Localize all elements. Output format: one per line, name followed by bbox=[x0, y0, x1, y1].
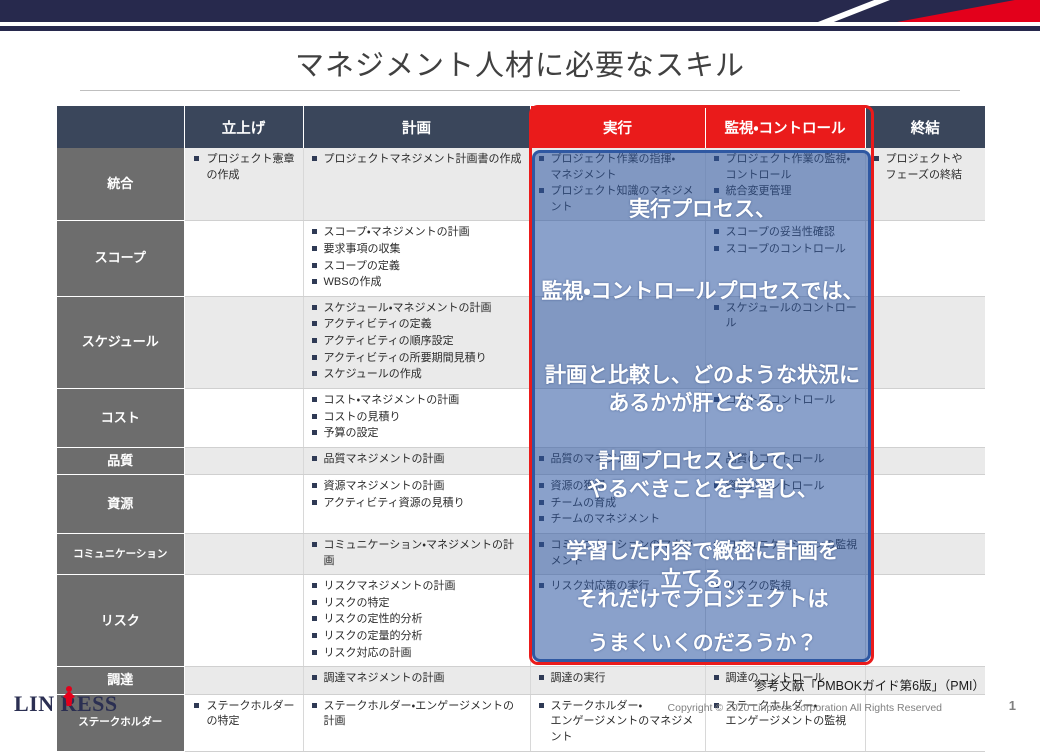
table-header: 立上げ 計画 実行 監視・コントロール 終結 bbox=[57, 106, 985, 148]
process-item: 予算の設定 bbox=[310, 426, 525, 442]
overlay-message-7: うまくいくのだろうか？ bbox=[587, 632, 818, 655]
knowledge-area-label: 資源 bbox=[57, 474, 185, 535]
knowledge-area-label: リスク bbox=[57, 574, 185, 668]
linpress-logo: LIN RESS bbox=[14, 686, 164, 717]
cell-init bbox=[184, 666, 304, 695]
cell-init bbox=[184, 447, 304, 476]
banner-bottom-rule bbox=[0, 26, 1040, 31]
cell-init bbox=[184, 220, 304, 297]
overlay-message-4: 計画プロセスとして、 やるべきことを学習し、 bbox=[587, 450, 818, 501]
process-item: プロジェクトマネジメント計画書の作成 bbox=[310, 152, 525, 168]
cell-exec: 調達の実行 bbox=[530, 666, 706, 695]
copyright-text: Copyright © 2020 Linpress corporation Al… bbox=[667, 702, 942, 714]
title-underline bbox=[80, 90, 960, 91]
process-item: アクティビティの定義 bbox=[310, 317, 525, 333]
process-item: プロジェクトや フェーズの終結 bbox=[872, 152, 981, 183]
table-header-exec: 実行 bbox=[530, 106, 706, 148]
knowledge-area-label: スコープ bbox=[57, 220, 185, 297]
process-item: 要求事項の収集 bbox=[310, 242, 525, 258]
process-list: プロジェクトマネジメント計画書の作成 bbox=[310, 152, 525, 168]
process-item: アクティビティの順序設定 bbox=[310, 334, 525, 350]
table-header-area bbox=[57, 106, 185, 148]
process-item: 調達マネジメントの計画 bbox=[310, 671, 525, 687]
knowledge-area-label: 統合 bbox=[57, 148, 185, 222]
cell-plan: 調達マネジメントの計画 bbox=[303, 666, 531, 695]
overlay-message-1: 実行プロセス、 bbox=[629, 198, 776, 221]
process-list: 調達の実行 bbox=[537, 671, 700, 687]
cell-init: プロジェクト憲章 の作成 bbox=[184, 148, 304, 222]
person-head-icon bbox=[66, 686, 72, 692]
process-list: 調達マネジメントの計画 bbox=[310, 671, 525, 687]
overlay-message-3: 計画と比較し、どのような状況に あるかが肝となる。 bbox=[545, 364, 860, 415]
cell-init bbox=[184, 474, 304, 535]
knowledge-area-label: コミュニケーション bbox=[57, 533, 185, 576]
cell-init bbox=[184, 296, 304, 389]
top-banner bbox=[0, 0, 1040, 22]
overlay-message-2: 監視・コントロールプロセスでは、 bbox=[541, 280, 864, 303]
cell-init bbox=[184, 533, 304, 576]
overlay-message-6: それだけでプロジェクトは bbox=[576, 588, 829, 611]
table-header-plan: 計画 bbox=[303, 106, 531, 148]
process-item: 調達の実行 bbox=[537, 671, 700, 687]
table-header-init: 立上げ bbox=[184, 106, 304, 148]
table-header-mon: 監視・コントロール bbox=[705, 106, 866, 148]
person-icon bbox=[62, 686, 76, 708]
process-item: スコープの定義 bbox=[310, 259, 525, 275]
cell-init bbox=[184, 574, 304, 668]
page-title: マネジメント人材に必要なスキル bbox=[294, 50, 745, 82]
page-number: 1 bbox=[1008, 698, 1016, 713]
process-list: プロジェクト憲章 の作成 bbox=[191, 152, 298, 183]
person-body-icon bbox=[63, 692, 75, 706]
process-item: リスクの定性的分析 bbox=[310, 612, 525, 628]
knowledge-area-label: 品質 bbox=[57, 447, 185, 476]
cell-init bbox=[184, 388, 304, 448]
banner-navy-bar bbox=[0, 0, 1040, 22]
table-header-row: 立上げ 計画 実行 監視・コントロール 終結 bbox=[57, 106, 985, 148]
process-item: プロジェクト憲章 の作成 bbox=[191, 152, 298, 183]
process-item: スコープ・マネジメントの計画 bbox=[310, 225, 525, 241]
knowledge-area-label: コスト bbox=[57, 388, 185, 448]
knowledge-area-label: スケジュール bbox=[57, 296, 185, 389]
process-list: プロジェクトや フェーズの終結 bbox=[872, 152, 981, 183]
reference-note: 参考文献「PMBOKガイド第6版」（PMI） bbox=[754, 679, 985, 693]
table-header-close: 終結 bbox=[865, 106, 985, 148]
